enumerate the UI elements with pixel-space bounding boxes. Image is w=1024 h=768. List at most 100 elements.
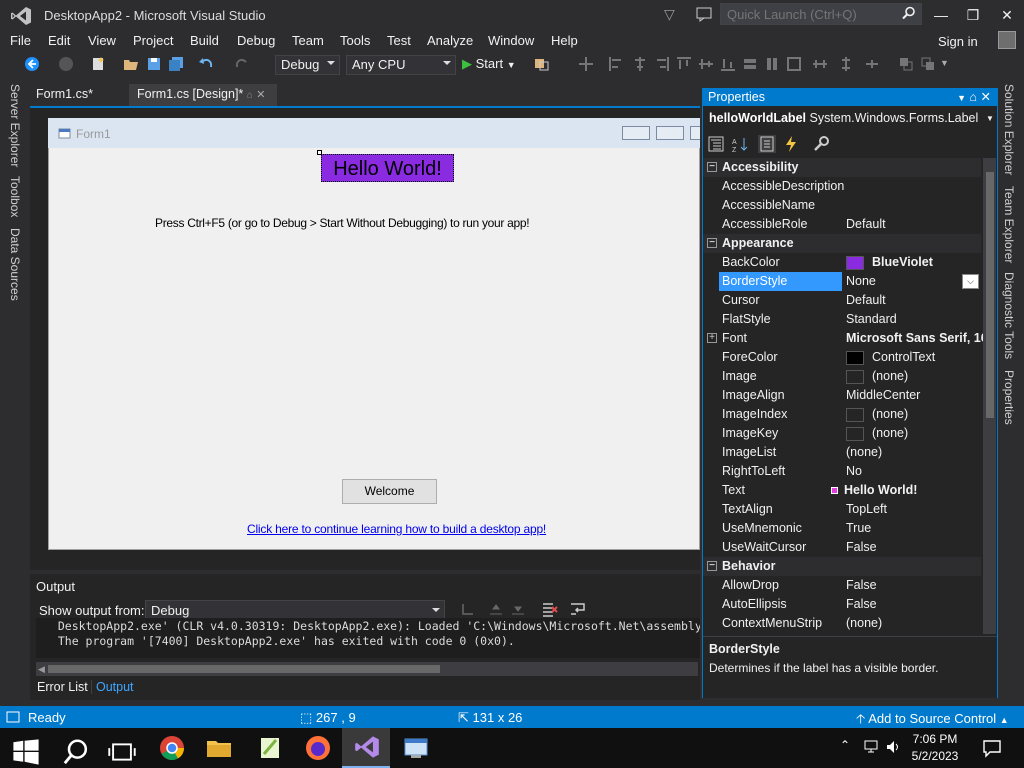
horizontal-spacing-icon[interactable] (812, 56, 828, 72)
vertical-spacing-icon[interactable] (838, 56, 854, 72)
pin-icon[interactable]: ⌂ (247, 90, 253, 101)
platform-dropdown[interactable]: Any CPU (346, 55, 456, 75)
firefox-icon[interactable] (304, 734, 332, 762)
property-value[interactable]: (none) (846, 614, 882, 633)
property-row[interactable]: ContextMenuStrip (none) (703, 614, 981, 633)
save-all-icon[interactable] (168, 56, 184, 72)
tab-form1-cs[interactable]: Form1.cs* (28, 84, 101, 106)
chevron-up-icon[interactable]: ⌃ (840, 738, 850, 752)
redo-icon[interactable] (234, 56, 250, 72)
property-value[interactable]: Standard (846, 310, 897, 329)
property-row[interactable]: UseMnemonic True (703, 519, 981, 538)
notifications-icon[interactable] (982, 738, 1002, 758)
chevron-down-icon[interactable]: ▼ (986, 114, 994, 123)
property-row[interactable]: Cursor Default (703, 291, 981, 310)
menu-edit[interactable]: Edit (48, 33, 70, 48)
restore-button[interactable]: ❐ (958, 4, 988, 26)
auto-hide-pin-icon[interactable]: ⌂ (969, 90, 977, 104)
bring-to-front-icon[interactable] (898, 56, 914, 72)
scroll-thumb[interactable] (48, 665, 440, 673)
property-category[interactable]: − Behavior (703, 557, 981, 576)
layout-tool-icon[interactable] (534, 56, 550, 72)
property-row[interactable]: AccessibleDescription (703, 177, 981, 196)
back-icon[interactable] (24, 56, 40, 72)
task-view-icon[interactable] (108, 738, 136, 766)
menu-analyze[interactable]: Analyze (427, 33, 473, 48)
property-row[interactable]: BorderStyle None ⌵ (703, 272, 981, 291)
close-icon[interactable]: ✕ (256, 89, 265, 101)
welcome-button[interactable]: Welcome (342, 479, 437, 504)
alphabetical-icon[interactable]: AZ (731, 135, 749, 153)
property-value[interactable]: (none) (846, 367, 908, 386)
notifications-filter-icon[interactable]: ▽ (664, 6, 675, 23)
menu-project[interactable]: Project (133, 33, 173, 48)
property-row[interactable]: ImageKey (none) (703, 424, 981, 443)
collapse-icon[interactable]: − (707, 238, 717, 248)
data-sources-tab[interactable]: Data Sources (8, 228, 22, 301)
property-row[interactable]: ImageAlign MiddleCenter (703, 386, 981, 405)
menu-tools[interactable]: Tools (340, 33, 370, 48)
property-value[interactable]: True (846, 519, 871, 538)
scroll-left-icon[interactable]: ◀ (38, 664, 45, 675)
align-grid-icon[interactable] (578, 56, 594, 72)
properties-view-icon[interactable] (758, 135, 776, 153)
property-row[interactable]: ImageIndex (none) (703, 405, 981, 424)
property-row[interactable]: AccessibleRole Default (703, 215, 981, 234)
property-row[interactable]: BackColor BlueViolet (703, 253, 981, 272)
forward-icon[interactable] (58, 56, 74, 72)
windows-start-icon[interactable] (12, 738, 40, 766)
property-value[interactable]: ControlText (846, 348, 935, 367)
property-row[interactable]: Image (none) (703, 367, 981, 386)
server-explorer-tab[interactable]: Server Explorer (8, 84, 22, 167)
property-value[interactable]: False (846, 595, 877, 614)
align-top-icon[interactable] (676, 56, 692, 72)
property-value[interactable]: False (846, 538, 877, 557)
search-icon[interactable] (62, 738, 90, 766)
menu-debug[interactable]: Debug (237, 33, 275, 48)
categorized-icon[interactable] (707, 135, 725, 153)
toolbar-overflow-icon[interactable]: ▼ (940, 58, 949, 68)
menu-file[interactable]: File (10, 33, 31, 48)
property-row[interactable]: RightToLeft No (703, 462, 981, 481)
property-value[interactable]: BlueViolet (846, 253, 933, 272)
feedback-icon[interactable] (696, 6, 712, 22)
quick-launch-input[interactable] (720, 3, 922, 25)
align-middle-icon[interactable] (698, 56, 714, 72)
make-same-height-icon[interactable] (764, 56, 780, 72)
property-value[interactable]: Default (846, 215, 886, 234)
solution-explorer-tab[interactable]: Solution Explorer (1002, 84, 1016, 175)
property-row[interactable]: ForeColor ControlText (703, 348, 981, 367)
property-value[interactable]: None (846, 272, 876, 291)
property-value[interactable]: Hello World! (831, 481, 917, 500)
align-bottom-icon[interactable] (720, 56, 736, 72)
configuration-dropdown[interactable]: Debug (275, 55, 340, 75)
property-row[interactable]: FlatStyle Standard (703, 310, 981, 329)
save-icon[interactable] (146, 56, 162, 72)
menu-test[interactable]: Test (387, 33, 411, 48)
property-value[interactable]: Default (846, 291, 886, 310)
tab-form1-design[interactable]: Form1.cs [Design]* ⌂ ✕ (129, 84, 277, 106)
tab-error-list[interactable]: Error List (37, 680, 88, 694)
go-to-previous-message-icon[interactable] (488, 602, 504, 618)
toggle-word-wrap-icon[interactable] (570, 601, 586, 617)
network-icon[interactable] (862, 740, 880, 754)
output-window-icon[interactable] (6, 711, 20, 723)
start-button[interactable]: ▶ Start ▼ (462, 56, 516, 72)
events-icon[interactable] (782, 135, 800, 153)
align-right-icon[interactable] (654, 56, 670, 72)
property-value[interactable]: (none) (846, 443, 882, 462)
instructions-label[interactable]: Press Ctrl+F5 (or go to Debug > Start Wi… (155, 216, 530, 230)
undo-icon[interactable] (198, 56, 214, 72)
size-to-grid-icon[interactable] (786, 56, 802, 72)
new-project-icon[interactable] (90, 56, 106, 72)
align-center-icon[interactable] (632, 56, 648, 72)
expand-icon[interactable]: + (707, 333, 717, 343)
property-row[interactable]: AllowDrop False (703, 576, 981, 595)
property-value[interactable]: TopLeft (846, 500, 887, 519)
collapse-icon[interactable]: − (707, 561, 717, 571)
output-source-dropdown[interactable]: Debug (145, 600, 445, 620)
close-icon[interactable]: ✕ (981, 90, 991, 104)
file-explorer-icon[interactable] (205, 734, 233, 762)
diagnostic-tools-tab[interactable]: Diagnostic Tools (1002, 272, 1016, 359)
property-row[interactable]: AccessibleName (703, 196, 981, 215)
